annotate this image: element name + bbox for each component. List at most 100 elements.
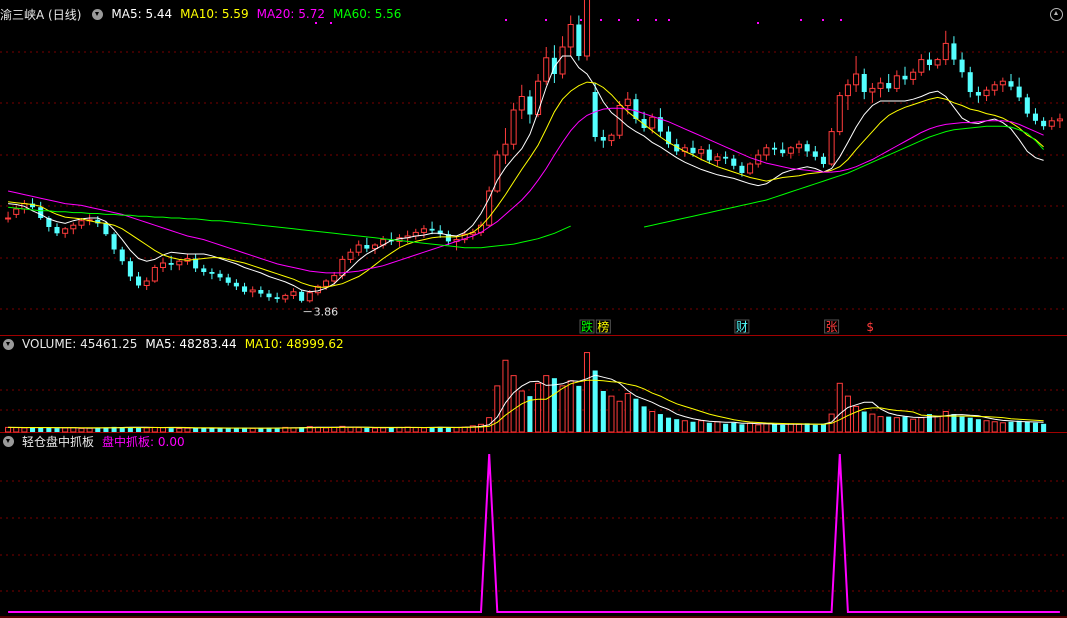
candle-body-down [951, 43, 957, 60]
candle-body-up [510, 109, 517, 145]
stock-title: 渝三峡A (日线) [0, 7, 82, 22]
candle-body-up [934, 59, 941, 66]
volume-bar-up [567, 380, 574, 433]
candle-body-down [1032, 113, 1038, 121]
indicator-value: 盘中抓板: 0.00 [102, 434, 185, 449]
candle-body-down [967, 72, 973, 92]
candle-body-down [706, 149, 712, 161]
candle-body-up [836, 95, 843, 133]
volume-bar-up [755, 424, 762, 433]
signal-dot [505, 19, 507, 21]
ma5-label: MA5: 5.44 [111, 7, 173, 21]
expand-icon[interactable] [1050, 8, 1063, 21]
candle-body-up [714, 156, 721, 161]
candle-body-down [201, 268, 207, 272]
volume-bar-up [853, 405, 860, 433]
candle-body-up [1048, 120, 1055, 127]
candle-body-up [853, 73, 860, 86]
volume-bar-up [844, 395, 851, 433]
volume-bar-down [600, 391, 606, 432]
candle-body-up [13, 208, 20, 215]
indicator-settings-icon[interactable] [3, 435, 14, 447]
volume-bar-up [869, 413, 876, 433]
volume-bar-up [983, 420, 990, 433]
candle-body-down [429, 228, 435, 231]
volume-bar-up [698, 420, 705, 433]
candle-body-up [918, 59, 925, 73]
candle-body-down [861, 74, 867, 92]
candle-body-up [869, 87, 876, 93]
candle-body-up [78, 220, 85, 226]
candle-body-down [690, 147, 696, 154]
volume-bar-down [1041, 423, 1047, 432]
event-marker: 跌 [581, 319, 593, 334]
candle-body-up [844, 84, 851, 97]
indicator-signal-line [8, 453, 1060, 613]
volume-bar-down [772, 424, 778, 432]
candle-body-down [820, 156, 826, 164]
candle-body-up [323, 280, 330, 287]
candle-body-down [209, 272, 215, 274]
candle-body-down [242, 286, 248, 292]
candle-body-up [290, 291, 297, 296]
signal-dot [757, 22, 759, 24]
volume-bar-down [723, 423, 729, 432]
candle-body-up [282, 294, 289, 300]
candle-body-down [804, 144, 810, 152]
candle-body-down [527, 96, 533, 115]
candle-body-up [159, 262, 167, 268]
volume-bar-down [1016, 420, 1022, 432]
candle-body-up [795, 143, 803, 149]
volume-ma10-label: MA10: 48999.62 [244, 337, 344, 351]
candle-body-up [70, 224, 77, 230]
indicator-header: 轻仓盘中抓板 盘中抓板: 0.00 [0, 432, 193, 450]
indicator-menu-icon[interactable] [92, 8, 104, 20]
candle-body-up [494, 154, 501, 192]
candle-body-up [999, 80, 1006, 86]
chart-canvas[interactable]: 6.803.86跌榜财张$ [0, 0, 1067, 618]
candle-body-up [151, 267, 158, 282]
volume-bar-up [681, 420, 688, 433]
volume-bar-up [477, 423, 485, 433]
candle-body-down [1041, 120, 1047, 127]
signal-dot [545, 19, 547, 21]
volume-bar-down [902, 416, 908, 432]
volume-bar-up [714, 421, 721, 433]
volume-bar-up [323, 427, 330, 433]
volume-bar-down [258, 428, 264, 432]
candle-body-up [649, 116, 656, 129]
volume-bar-up [999, 422, 1006, 433]
candle-body-down [975, 92, 981, 96]
volume-bar-up [649, 411, 656, 433]
volume-bar-up [371, 427, 379, 433]
volume-bar-up [795, 423, 803, 433]
volume-bar-up [535, 382, 542, 433]
candle-body-down [1024, 97, 1030, 114]
event-marker: 榜 [597, 319, 609, 334]
volume-menu-icon[interactable] [3, 338, 14, 350]
candle-body-down [731, 158, 737, 166]
volume-bar-down [1008, 421, 1014, 432]
volume-bar-down [209, 428, 215, 432]
candle-body-down [633, 99, 639, 119]
signal-dot [618, 19, 620, 21]
candle-body-up [942, 42, 949, 61]
candle-body-up [331, 275, 338, 282]
volume-bar-up [934, 416, 941, 433]
volume-bar-down [1024, 421, 1030, 432]
candle-body-down [780, 149, 786, 154]
candle-body-up [355, 244, 362, 253]
signal-dot [822, 19, 824, 21]
candle-body-up [143, 280, 150, 286]
volume-bar-down [886, 416, 892, 432]
volume-bar-up [583, 352, 591, 433]
candle-body-down [1008, 81, 1014, 87]
candle-body-up [347, 251, 354, 260]
candle-body-down [217, 273, 223, 278]
volume-bar-down [739, 424, 745, 432]
volume-bar-down [551, 378, 557, 432]
candle-body-up [420, 228, 427, 233]
volume-bar-up [412, 427, 419, 433]
signal-dot [580, 19, 582, 21]
volume-bar-down [812, 424, 818, 432]
